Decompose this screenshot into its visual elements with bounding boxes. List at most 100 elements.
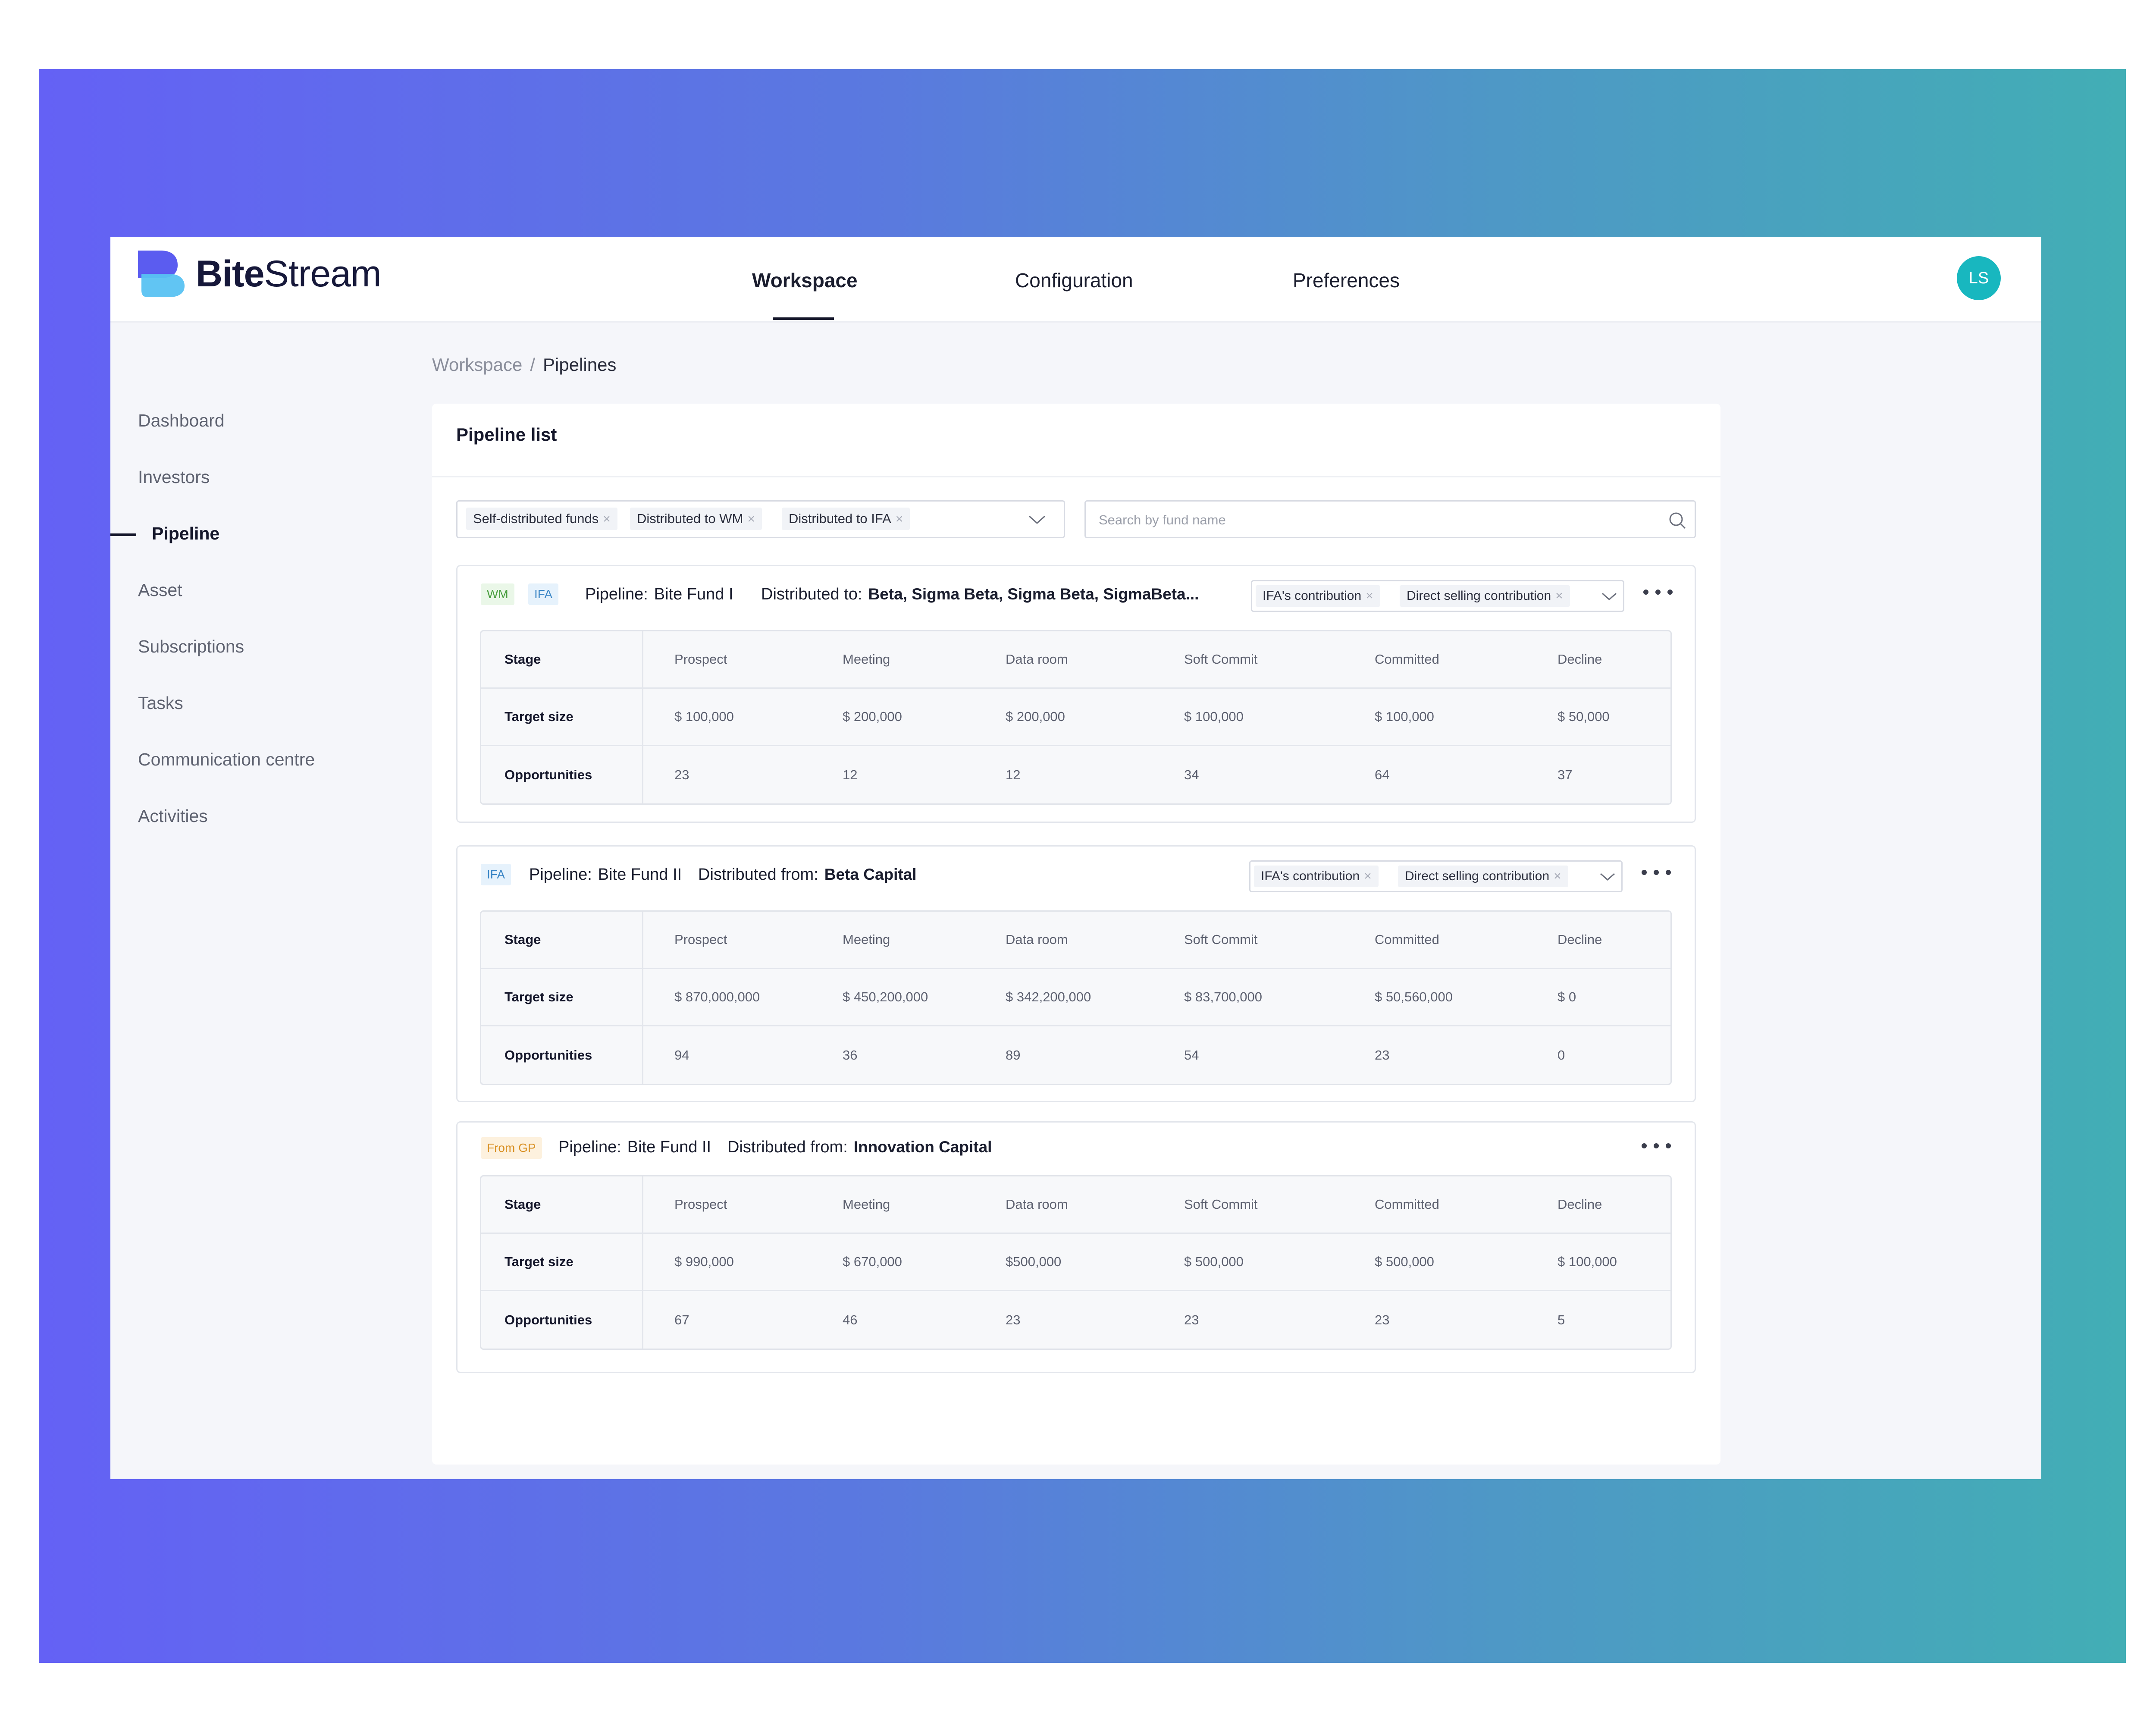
target-size-cell: $ 200,000 <box>812 689 975 746</box>
pipeline-name: Pipeline: Bite Fund II <box>558 1138 711 1156</box>
opportunities-cell: 12 <box>1006 767 1021 782</box>
target-size-cell: $ 100,000 <box>643 689 812 746</box>
target-size-cell: $ 50,560,000 <box>1344 969 1526 1026</box>
stage-cell: Soft Commit <box>1153 912 1344 969</box>
tab-preferences[interactable]: Preferences <box>1293 263 1400 298</box>
target-size-cell: $ 100,000 <box>1344 689 1526 746</box>
contribution-select[interactable]: IFA's contribution × Direct selling contr… <box>1249 860 1623 892</box>
opportunities-cell: 23 <box>1184 1312 1199 1327</box>
remove-chip-icon[interactable]: × <box>1555 589 1563 603</box>
user-avatar[interactable]: LS <box>1957 256 2001 300</box>
sidebar-item-dashboard[interactable]: Dashboard <box>138 405 225 436</box>
opportunities-cell: 23 <box>1375 1312 1390 1327</box>
pipeline-stage-table: Stage Prospect Meeting Data room Soft Co… <box>480 910 1672 1085</box>
chevron-down-icon[interactable] <box>1601 590 1618 603</box>
distribution-filter-select[interactable]: Self-distributed funds × Distributed to W… <box>456 500 1065 538</box>
stage-cell: Soft Commit <box>1153 631 1344 689</box>
row-header: Stage <box>481 912 643 969</box>
sidebar-item-tasks[interactable]: Tasks <box>138 688 183 718</box>
divider <box>432 476 1720 477</box>
remove-chip-icon[interactable]: × <box>747 512 755 526</box>
distributed-to: Distributed to: Beta, Sigma Beta, Sigma B… <box>761 585 1199 603</box>
remove-chip-icon[interactable]: × <box>1366 589 1373 603</box>
sidebar-item-activities[interactable]: Activities <box>138 801 208 831</box>
row-header: Opportunities <box>481 1291 643 1349</box>
tag-wm: WM <box>481 583 514 605</box>
more-options-icon[interactable] <box>1643 588 1673 596</box>
contribution-chip: Direct selling contribution × <box>1398 866 1568 887</box>
target-size-cell: $ 100,000 <box>1526 1234 1670 1291</box>
target-size-cell: $ 500,000 <box>1344 1234 1526 1291</box>
opportunities-cell: 23 <box>674 767 689 782</box>
target-size-cell: $ 200,000 <box>975 689 1153 746</box>
sidebar-item-investors[interactable]: Investors <box>138 462 210 492</box>
filter-chip: Distributed to WM × <box>630 508 762 530</box>
target-size-cell: $ 670,000 <box>812 1234 975 1291</box>
table-row: Opportunities 23 12 12 34 64 37 <box>481 746 1670 803</box>
remove-chip-icon[interactable]: × <box>1364 869 1372 883</box>
remove-chip-icon[interactable]: × <box>896 512 903 526</box>
remove-chip-icon[interactable]: × <box>603 512 611 526</box>
pipeline-stage-table: Stage Prospect Meeting Data room Soft Co… <box>480 630 1672 805</box>
table-row: Target size $ 990,000 $ 670,000 $500,000… <box>481 1234 1670 1291</box>
sidebar-item-subscriptions[interactable]: Subscriptions <box>138 631 244 662</box>
opportunities-cell: 37 <box>1557 767 1573 782</box>
opportunities-cell: 64 <box>1375 767 1390 782</box>
table-row: Opportunities 94 36 89 54 23 0 <box>481 1026 1670 1084</box>
row-header: Target size <box>481 689 643 746</box>
brand-name: BiteStream <box>196 253 382 295</box>
stage-cell: Decline <box>1526 912 1670 969</box>
pipeline-card-header: WM IFA Pipeline: Bite Fund I Distributed … <box>458 566 1695 627</box>
pipeline-list-panel: Pipeline list Self-distributed funds × Di… <box>432 404 1720 1465</box>
opportunities-cell: 12 <box>843 767 858 782</box>
table-row: Stage Prospect Meeting Data room Soft Co… <box>481 1176 1670 1234</box>
fund-search[interactable] <box>1084 500 1696 538</box>
sidebar-item-pipeline[interactable]: Pipeline <box>152 518 219 549</box>
opportunities-cell: 46 <box>843 1312 858 1327</box>
stage-cell: Meeting <box>812 912 975 969</box>
active-item-marker <box>110 533 136 536</box>
table-row: Opportunities 67 46 23 23 23 5 <box>481 1291 1670 1349</box>
brand-logo[interactable]: BiteStream <box>138 250 382 298</box>
sidebar-item-communication-centre[interactable]: Communication centre <box>138 744 315 775</box>
chevron-down-icon[interactable] <box>1599 870 1616 883</box>
more-options-icon[interactable] <box>1642 868 1672 877</box>
sidebar-item-asset[interactable]: Asset <box>138 575 182 605</box>
opportunities-cell: 94 <box>674 1047 689 1063</box>
opportunities-cell: 89 <box>1006 1047 1021 1063</box>
active-tab-indicator <box>773 317 834 320</box>
opportunities-cell: 5 <box>1557 1312 1565 1327</box>
pipeline-name: Pipeline: Bite Fund II <box>529 866 682 884</box>
tag-ifa: IFA <box>528 583 559 605</box>
breadcrumb-workspace[interactable]: Workspace <box>432 354 522 375</box>
opportunities-cell: 54 <box>1184 1047 1199 1063</box>
table-row: Target size $ 100,000 $ 200,000 $ 200,00… <box>481 689 1670 746</box>
row-header: Stage <box>481 1176 643 1234</box>
app-window: BiteStream Workspace Configuration Prefe… <box>110 237 2041 1479</box>
stage-cell: Prospect <box>643 1176 812 1234</box>
stage-cell: Committed <box>1344 631 1526 689</box>
chevron-down-icon[interactable] <box>1028 512 1047 527</box>
more-options-icon[interactable] <box>1642 1142 1672 1150</box>
opportunities-cell: 36 <box>843 1047 858 1063</box>
remove-chip-icon[interactable]: × <box>1554 869 1561 883</box>
bitestream-logo-icon <box>138 251 185 297</box>
table-row: Stage Prospect Meeting Data room Soft Co… <box>481 631 1670 689</box>
target-size-cell: $ 990,000 <box>643 1234 812 1291</box>
sidebar: Dashboard Investors Pipeline Asset Subsc… <box>110 321 429 1479</box>
pipeline-card: IFA Pipeline: Bite Fund II Distributed fr… <box>456 845 1696 1102</box>
target-size-cell: $ 83,700,000 <box>1153 969 1344 1026</box>
contribution-select[interactable]: IFA's contribution × Direct selling contr… <box>1251 580 1624 612</box>
stage-cell: Decline <box>1526 631 1670 689</box>
tab-configuration[interactable]: Configuration <box>1015 263 1133 298</box>
tab-workspace[interactable]: Workspace <box>752 263 858 298</box>
target-size-cell: $ 450,200,000 <box>812 969 975 1026</box>
opportunities-cell: 23 <box>1006 1312 1021 1327</box>
search-icon[interactable] <box>1668 511 1687 530</box>
top-header: BiteStream Workspace Configuration Prefe… <box>110 237 2041 323</box>
stage-cell: Data room <box>975 1176 1153 1234</box>
contribution-chip: Direct selling contribution × <box>1400 585 1570 607</box>
search-input[interactable] <box>1098 508 1651 533</box>
stage-cell: Data room <box>975 912 1153 969</box>
stage-cell: Decline <box>1526 1176 1670 1234</box>
